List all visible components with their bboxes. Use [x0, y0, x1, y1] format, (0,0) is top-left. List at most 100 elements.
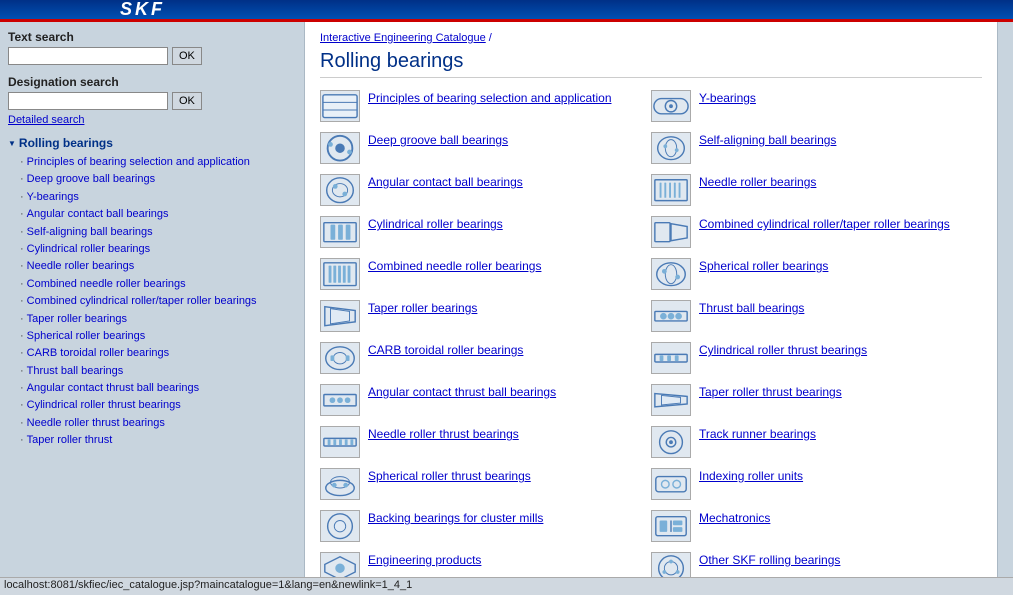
- breadcrumb-link[interactable]: Interactive Engineering Catalogue: [320, 32, 486, 44]
- bearing-link[interactable]: Track runner bearings: [699, 426, 816, 443]
- page-title: Rolling bearings: [320, 50, 982, 78]
- bearing-link[interactable]: Other SKF rolling bearings: [699, 552, 840, 569]
- list-item: Angular contact ball bearings: [320, 174, 651, 206]
- bearing-link[interactable]: Spherical roller thrust bearings: [368, 468, 531, 485]
- sidebar-item[interactable]: Angular contact ball bearings: [8, 206, 296, 223]
- bearing-link[interactable]: Spherical roller bearings: [699, 258, 828, 275]
- bearing-link[interactable]: Needle roller bearings: [699, 174, 816, 191]
- sidebar-item[interactable]: Thrust ball bearings: [8, 363, 296, 380]
- angular-icon: [320, 174, 360, 206]
- list-item: Needle roller bearings: [651, 174, 982, 206]
- sidebar-item[interactable]: Angular contact thrust ball bearings: [8, 380, 296, 397]
- sidebar-item[interactable]: Cylindrical roller bearings: [8, 241, 296, 258]
- indexing-icon: [651, 468, 691, 500]
- header: SKF: [0, 0, 1013, 22]
- bearing-link[interactable]: Y-bearings: [699, 90, 756, 107]
- statusbar: localhost:8081/skfiec/iec_catalogue.jsp?…: [0, 577, 1013, 595]
- combined_needle-icon: [320, 258, 360, 290]
- statusbar-text: localhost:8081/skfiec/iec_catalogue.jsp?…: [4, 579, 412, 591]
- taper-icon: [320, 300, 360, 332]
- designation-search-input[interactable]: [8, 92, 168, 110]
- ball-icon: [320, 132, 360, 164]
- bearing-link[interactable]: Taper roller thrust bearings: [699, 384, 842, 401]
- left-column: Principles of bearing selection and appl…: [320, 90, 651, 595]
- needle-icon: [651, 174, 691, 206]
- content-area: Interactive Engineering Catalogue / Roll…: [305, 22, 997, 595]
- list-item: Cylindrical roller bearings: [320, 216, 651, 248]
- list-item: Angular contact thrust ball bearings: [320, 384, 651, 416]
- bearing-link[interactable]: Needle roller thrust bearings: [368, 426, 519, 443]
- list-item: Spherical roller bearings: [651, 258, 982, 290]
- sidebar-item[interactable]: Combined needle roller bearings: [8, 276, 296, 293]
- list-item: Combined cylindrical roller/taper roller…: [651, 216, 982, 248]
- sidebar-item[interactable]: Needle roller bearings: [8, 258, 296, 275]
- bearing-link[interactable]: Cylindrical roller thrust bearings: [699, 342, 867, 359]
- sidebar-items: Principles of bearing selection and appl…: [8, 154, 296, 450]
- list-item: Taper roller thrust bearings: [651, 384, 982, 416]
- sidebar-item[interactable]: CARB toroidal roller bearings: [8, 345, 296, 362]
- list-item: Cylindrical roller thrust bearings: [651, 342, 982, 374]
- list-item: CARB toroidal roller bearings: [320, 342, 651, 374]
- text-search-input[interactable]: [8, 47, 168, 65]
- sidebar-section-title: Rolling bearings: [8, 136, 296, 150]
- y_bearings-icon: [651, 90, 691, 122]
- bearing-link[interactable]: Thrust ball bearings: [699, 300, 804, 317]
- principles-icon: [320, 90, 360, 122]
- breadcrumb: Interactive Engineering Catalogue /: [320, 32, 982, 44]
- sidebar-item[interactable]: Principles of bearing selection and appl…: [8, 154, 296, 171]
- list-item: Spherical roller thrust bearings: [320, 468, 651, 500]
- list-item: Deep groove ball bearings: [320, 132, 651, 164]
- sidebar-item[interactable]: Y-bearings: [8, 189, 296, 206]
- bearing-link[interactable]: Self-aligning ball bearings: [699, 132, 836, 149]
- mechatronics-icon: [651, 510, 691, 542]
- list-item: Indexing roller units: [651, 468, 982, 500]
- list-item: Backing bearings for cluster mills: [320, 510, 651, 542]
- list-item: Track runner bearings: [651, 426, 982, 458]
- bearing-link[interactable]: Combined needle roller bearings: [368, 258, 541, 275]
- needle_thrust-icon: [320, 426, 360, 458]
- text-search-ok-button[interactable]: OK: [172, 47, 202, 65]
- bearing-link[interactable]: Taper roller bearings: [368, 300, 477, 317]
- angular_thrust-icon: [320, 384, 360, 416]
- bearing-link[interactable]: Backing bearings for cluster mills: [368, 510, 543, 527]
- sidebar: Text search OK Designation search OK Det…: [0, 22, 305, 595]
- list-item: Taper roller bearings: [320, 300, 651, 332]
- sidebar-item[interactable]: Cylindrical roller thrust bearings: [8, 397, 296, 414]
- bearing-link[interactable]: Angular contact ball bearings: [368, 174, 523, 191]
- logo: SKF: [120, 0, 165, 20]
- bearing-link[interactable]: Mechatronics: [699, 510, 770, 527]
- sidebar-item[interactable]: Deep groove ball bearings: [8, 171, 296, 188]
- scrollbar[interactable]: [997, 22, 1013, 595]
- right-column: Y-bearings Self-aligning ball bearings Nee…: [651, 90, 982, 595]
- bearing-link[interactable]: Angular contact thrust ball bearings: [368, 384, 556, 401]
- self_aligning-icon: [651, 132, 691, 164]
- spherical_thrust-icon: [320, 468, 360, 500]
- list-item: Thrust ball bearings: [651, 300, 982, 332]
- bearing-link[interactable]: Engineering products: [368, 552, 481, 569]
- bearing-link[interactable]: Indexing roller units: [699, 468, 803, 485]
- backing-icon: [320, 510, 360, 542]
- sidebar-item[interactable]: Combined cylindrical roller/taper roller…: [8, 293, 296, 310]
- cylindrical-icon: [320, 216, 360, 248]
- sidebar-item[interactable]: Spherical roller bearings: [8, 328, 296, 345]
- list-item: Needle roller thrust bearings: [320, 426, 651, 458]
- detailed-search-link[interactable]: Detailed search: [8, 114, 296, 126]
- bearing-link[interactable]: Combined cylindrical roller/taper roller…: [699, 216, 950, 233]
- bearing-link[interactable]: Cylindrical roller bearings: [368, 216, 503, 233]
- text-search-section: Text search OK: [8, 30, 296, 65]
- sidebar-item[interactable]: Needle roller thrust bearings: [8, 415, 296, 432]
- taper_thrust-icon: [651, 384, 691, 416]
- carb-icon: [320, 342, 360, 374]
- bearing-link[interactable]: Principles of bearing selection and appl…: [368, 90, 612, 107]
- sidebar-item[interactable]: Self-aligning ball bearings: [8, 224, 296, 241]
- bearing-link[interactable]: CARB toroidal roller bearings: [368, 342, 523, 359]
- sidebar-item[interactable]: Taper roller bearings: [8, 311, 296, 328]
- sidebar-item[interactable]: Taper roller thrust: [8, 432, 296, 449]
- list-item: Self-aligning ball bearings: [651, 132, 982, 164]
- designation-search-ok-button[interactable]: OK: [172, 92, 202, 110]
- bearing-link[interactable]: Deep groove ball bearings: [368, 132, 508, 149]
- thrust_ball-icon: [651, 300, 691, 332]
- designation-search-label: Designation search: [8, 75, 296, 89]
- track_runner-icon: [651, 426, 691, 458]
- bearings-grid: Principles of bearing selection and appl…: [320, 90, 982, 595]
